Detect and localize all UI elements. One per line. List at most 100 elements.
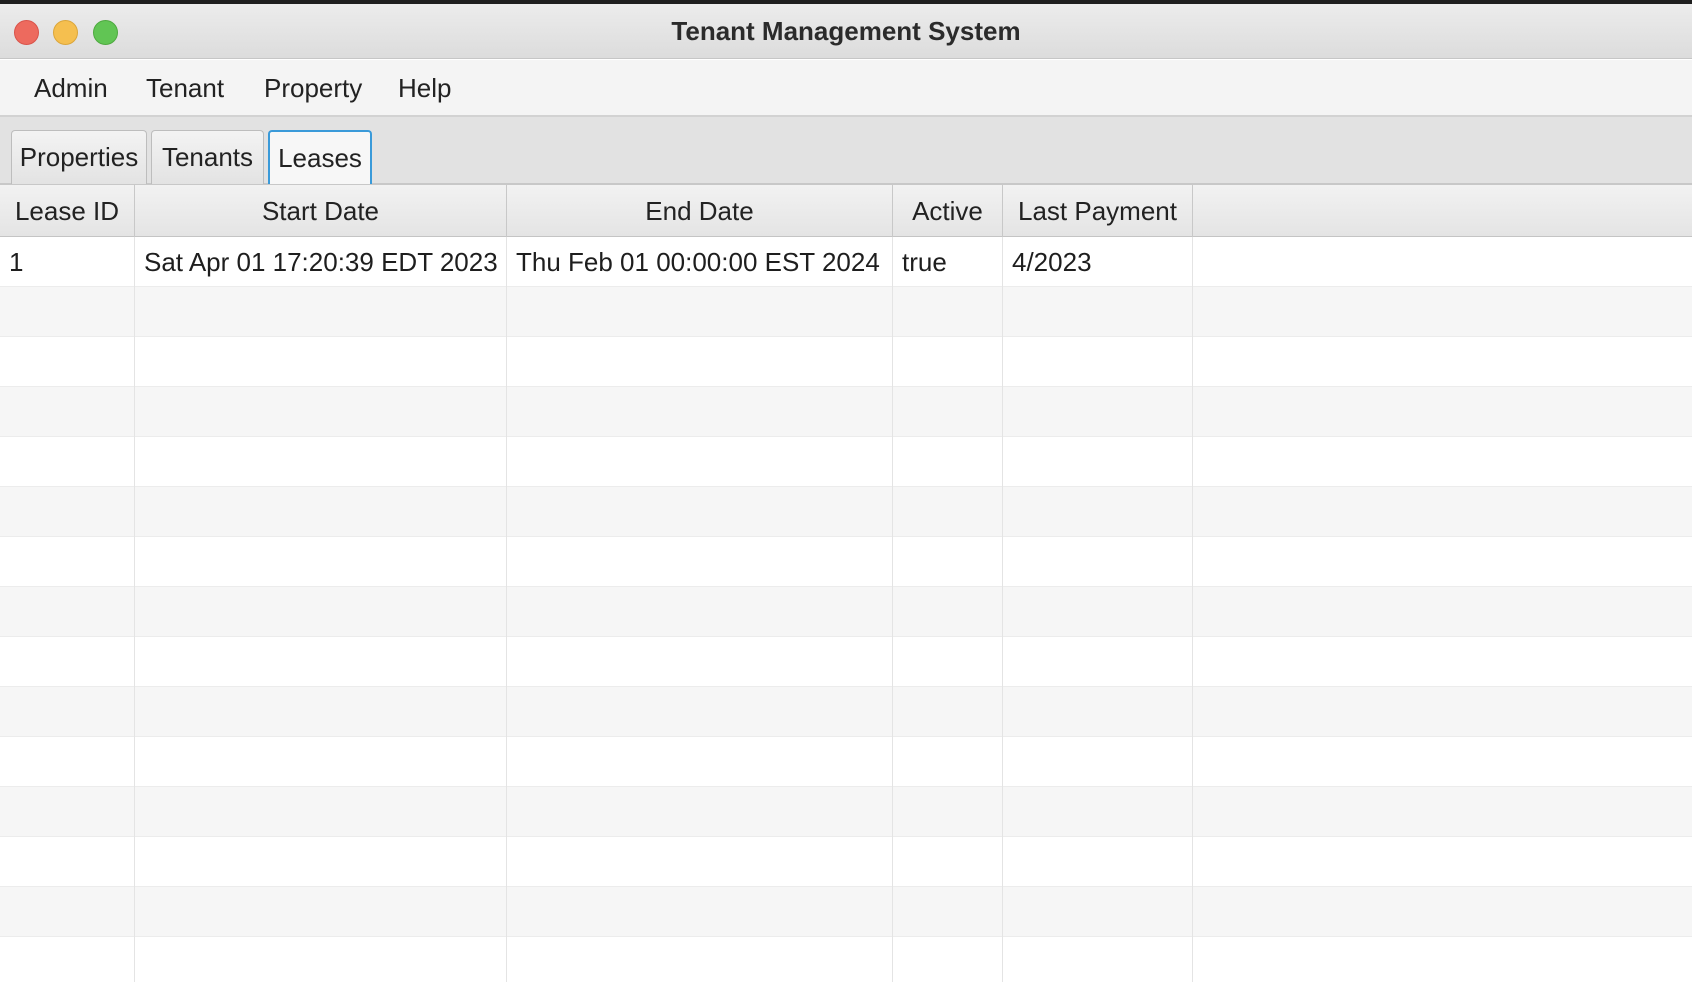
- empty-table-row[interactable]: [0, 337, 1692, 387]
- column-header-last-payment[interactable]: Last Payment: [1003, 185, 1193, 237]
- cell-last-payment: [1003, 637, 1193, 687]
- table-row[interactable]: 1 Sat Apr 01 17:20:39 EDT 2023 Thu Feb 01 …: [0, 237, 1692, 287]
- cell-last-payment: [1003, 887, 1193, 937]
- cell-end-date: [507, 787, 893, 837]
- column-header-end-date[interactable]: End Date: [507, 185, 893, 237]
- column-header-lease-id[interactable]: Lease ID: [0, 185, 135, 237]
- column-header-active[interactable]: Active: [893, 185, 1003, 237]
- title-bar[interactable]: Tenant Management System: [0, 4, 1692, 59]
- cell-last-payment: [1003, 937, 1193, 982]
- empty-table-row[interactable]: [0, 687, 1692, 737]
- cell-start-date: [135, 937, 507, 982]
- empty-table-row[interactable]: [0, 287, 1692, 337]
- empty-table-row[interactable]: [0, 937, 1692, 982]
- empty-table-row[interactable]: [0, 487, 1692, 537]
- cell-lease-id: [0, 687, 135, 737]
- cell-last-payment: [1003, 437, 1193, 487]
- empty-table-row[interactable]: [0, 437, 1692, 487]
- cell-end-date: [507, 737, 893, 787]
- cell-active: true: [893, 237, 1003, 287]
- cell-active: [893, 487, 1003, 537]
- cell-filler: [1193, 237, 1692, 287]
- cell-lease-id: [0, 387, 135, 437]
- cell-lease-id: [0, 787, 135, 837]
- menu-bar: Admin Tenant Property Help: [0, 60, 1692, 117]
- menu-tenant[interactable]: Tenant: [146, 73, 224, 104]
- cell-lease-id: [0, 287, 135, 337]
- cell-end-date: [507, 587, 893, 637]
- cell-start-date: [135, 787, 507, 837]
- cell-lease-id: [0, 837, 135, 887]
- cell-active: [893, 687, 1003, 737]
- cell-end-date: [507, 837, 893, 887]
- cell-active: [893, 787, 1003, 837]
- cell-lease-id: [0, 437, 135, 487]
- cell-lease-id: 1: [0, 237, 135, 287]
- empty-table-row[interactable]: [0, 637, 1692, 687]
- tab-tenants[interactable]: Tenants: [151, 130, 264, 184]
- cell-end-date: [507, 687, 893, 737]
- cell-filler: [1193, 937, 1692, 982]
- tab-properties[interactable]: Properties: [11, 130, 147, 184]
- menu-help[interactable]: Help: [398, 73, 451, 104]
- cell-end-date: [507, 537, 893, 587]
- cell-end-date: [507, 637, 893, 687]
- empty-table-row[interactable]: [0, 837, 1692, 887]
- cell-active: [893, 537, 1003, 587]
- cell-start-date: [135, 687, 507, 737]
- menu-property[interactable]: Property: [264, 73, 362, 104]
- cell-active: [893, 637, 1003, 687]
- cell-start-date: [135, 537, 507, 587]
- empty-table-row[interactable]: [0, 387, 1692, 437]
- app-window: Tenant Management System Admin Tenant Pr…: [0, 0, 1692, 982]
- cell-last-payment: [1003, 537, 1193, 587]
- column-header-filler: [1193, 185, 1692, 237]
- cell-active: [893, 587, 1003, 637]
- cell-filler: [1193, 887, 1692, 937]
- empty-table-row[interactable]: [0, 887, 1692, 937]
- cell-active: [893, 887, 1003, 937]
- cell-lease-id: [0, 537, 135, 587]
- table-header: Lease ID Start Date End Date Active Last…: [0, 184, 1692, 237]
- cell-end-date: [507, 437, 893, 487]
- empty-table-row[interactable]: [0, 737, 1692, 787]
- cell-filler: [1193, 737, 1692, 787]
- menu-admin[interactable]: Admin: [34, 73, 108, 104]
- cell-start-date: [135, 337, 507, 387]
- empty-table-row[interactable]: [0, 537, 1692, 587]
- cell-start-date: [135, 287, 507, 337]
- cell-end-date: [507, 487, 893, 537]
- cell-end-date: [507, 387, 893, 437]
- cell-last-payment: [1003, 387, 1193, 437]
- cell-filler: [1193, 787, 1692, 837]
- cell-active: [893, 937, 1003, 982]
- cell-last-payment: [1003, 587, 1193, 637]
- cell-last-payment: [1003, 837, 1193, 887]
- cell-filler: [1193, 387, 1692, 437]
- cell-end-date: [507, 937, 893, 982]
- tab-leases[interactable]: Leases: [268, 130, 372, 184]
- cell-filler: [1193, 287, 1692, 337]
- cell-start-date: [135, 437, 507, 487]
- cell-filler: [1193, 537, 1692, 587]
- empty-table-row[interactable]: [0, 587, 1692, 637]
- cell-lease-id: [0, 337, 135, 387]
- cell-last-payment: 4/2023: [1003, 237, 1193, 287]
- column-header-start-date[interactable]: Start Date: [135, 185, 507, 237]
- cell-active: [893, 337, 1003, 387]
- cell-start-date: [135, 637, 507, 687]
- tab-bar: Properties Tenants Leases: [0, 117, 1692, 184]
- cell-last-payment: [1003, 787, 1193, 837]
- cell-lease-id: [0, 737, 135, 787]
- cell-start-date: [135, 487, 507, 537]
- cell-end-date: [507, 337, 893, 387]
- cell-active: [893, 387, 1003, 437]
- cell-filler: [1193, 687, 1692, 737]
- empty-table-row[interactable]: [0, 787, 1692, 837]
- cell-lease-id: [0, 637, 135, 687]
- cell-start-date: [135, 837, 507, 887]
- cell-last-payment: [1003, 687, 1193, 737]
- cell-filler: [1193, 837, 1692, 887]
- cell-end-date: [507, 287, 893, 337]
- cell-end-date: Thu Feb 01 00:00:00 EST 2024: [507, 237, 893, 287]
